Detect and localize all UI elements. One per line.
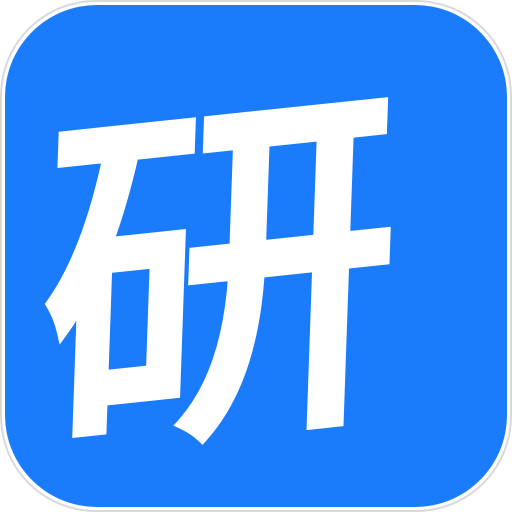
app-glyph: 研 xyxy=(33,46,406,507)
app-icon[interactable]: 研 xyxy=(0,0,512,512)
page: 研 xyxy=(0,0,512,512)
app-icon-face: 研 xyxy=(5,5,507,507)
glyph-svg: 研 xyxy=(33,46,406,507)
